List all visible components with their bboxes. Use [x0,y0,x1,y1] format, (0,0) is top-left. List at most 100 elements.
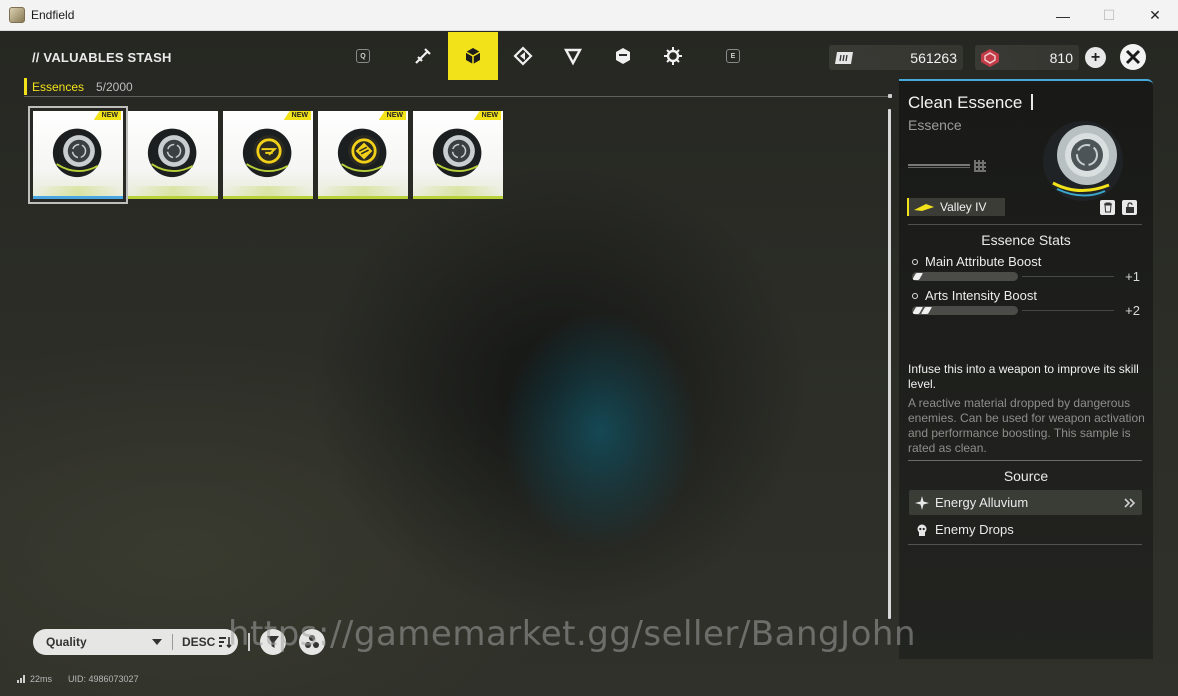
triangle-icon [563,48,583,66]
tab-gear[interactable] [598,32,648,80]
barcode-decoration [908,159,988,173]
source-heading: Source [1003,468,1049,484]
ticket-count: 561263 [910,49,957,66]
stat-level-bar [912,306,1018,315]
item-scrollbar[interactable] [888,109,891,619]
sort-separator [172,634,173,650]
source-label: Energy Alluvium [935,495,1029,510]
app-icon [9,7,25,23]
new-badge: NEW [473,111,501,120]
item-grid: NEW NEW NEW NEW [28,106,503,204]
stat-level-bar [912,272,1018,281]
stash-topbar: // VALUABLES STASH Q E 561263 810 + [0,31,1178,81]
stat-pip [920,307,933,314]
window-controls: — ☐ ✕ [1040,0,1178,31]
watermark-text: https://gamemarket.gg/seller/BangJohn [228,614,917,654]
page-title: // VALUABLES STASH [32,50,172,65]
region-icon [914,204,934,211]
title-cursor-bar [1031,94,1034,110]
close-icon [1125,49,1141,65]
hexagon-box-icon [616,48,630,64]
stat-rule [1022,310,1114,311]
stat-bullet [912,259,918,265]
sort-direction-button[interactable]: DESC [182,635,215,649]
rarity-glow [227,186,309,196]
window-title: Endfield [31,8,75,22]
stash-tabs: Q E [356,31,740,81]
tab-weapons[interactable] [398,32,448,80]
maximize-button[interactable]: ☐ [1086,0,1132,31]
category-name: Essences [32,80,85,94]
weapon-icon [415,48,431,64]
new-badge: NEW [93,111,121,120]
source-enemy-drops[interactable]: Enemy Drops [909,517,1142,542]
rarity-glow [132,186,214,196]
lock-button[interactable] [1122,200,1137,215]
cube-icon [465,48,481,64]
essence-orb-icon [432,128,482,178]
game-viewport: // VALUABLES STASH Q E 561263 810 + Esse… [0,31,1178,696]
essence-item-slot[interactable]: NEW [318,111,408,199]
essence-orb-icon [242,128,292,178]
rarity-glow [322,186,404,196]
add-currency-button[interactable]: + [1085,47,1106,68]
discard-button[interactable] [1100,200,1115,215]
currency-origeometry[interactable]: 810 [975,45,1079,70]
essence-item-slot[interactable]: NEW [223,111,313,199]
chevron-double-right-icon [1122,495,1138,511]
source-energy-alluvium[interactable]: Energy Alluvium [909,490,1142,515]
user-uid: UID: 4986073027 [68,674,139,684]
item-flavor-text: A reactive material dropped by dangerous… [908,396,1145,455]
prev-tab-key-hint[interactable]: Q [356,49,370,63]
ticket-icon [832,48,856,68]
stat-name: Main Attribute Boost [925,254,1042,269]
origeometry-count: 810 [1049,49,1073,66]
close-stash-button[interactable] [1120,44,1146,70]
divider [908,544,1142,545]
category-header: Essences 5/2000 [24,77,892,98]
trash-icon [1103,202,1112,213]
sort-control: Quality DESC [33,629,238,655]
sort-field-select[interactable]: Quality [46,635,136,649]
category-count: 5/2000 [96,80,133,94]
stat-rule [1022,276,1114,277]
category-divider-dot [888,94,892,98]
essence-item-slot[interactable]: NEW [413,111,503,199]
category-accent-bar [24,78,27,95]
origeometry-icon [978,48,1002,68]
tab-consumables[interactable] [548,32,598,80]
tab-special[interactable] [648,32,698,80]
region-tag: Valley IV [907,198,1005,216]
essence-item-slot[interactable]: NEW [28,106,128,204]
item-description: Infuse this into a weapon to improve its… [908,362,1139,391]
gear-burst-icon [664,47,682,65]
item-type: Essence [908,117,962,133]
item-title-text: Clean Essence [908,93,1023,112]
essence-orb-icon [52,128,102,178]
stat-arts-intensity: Arts Intensity Boost +2 [912,288,1140,320]
currency-tickets[interactable]: 561263 [829,45,963,70]
ping-value: 22ms [30,674,53,684]
minimize-button[interactable]: — [1040,0,1086,31]
close-window-button[interactable]: ✕ [1132,0,1178,31]
rarity-glow [417,186,499,196]
essence-orb-icon [337,128,387,178]
signal-icon [17,675,27,683]
enemy-icon [913,521,931,539]
tab-materials[interactable] [498,32,548,80]
rarity-glow [37,186,119,196]
next-tab-key-hint[interactable]: E [726,49,740,63]
essence-item-slot[interactable] [128,111,218,199]
stat-pip [912,273,924,280]
stat-value: +2 [1125,303,1140,318]
sparkle-icon [913,494,931,512]
tab-valuables[interactable] [448,32,498,80]
essence-orb-icon [147,128,197,178]
chevron-down-icon [152,639,162,645]
status-bar: 22ms UID: 4986073027 [17,674,139,684]
stats-heading: Essence Stats [981,232,1071,248]
region-label: Valley IV [940,200,987,214]
new-badge: NEW [378,111,406,120]
stat-name: Arts Intensity Boost [925,288,1037,303]
item-title: Clean Essence [908,93,1034,113]
